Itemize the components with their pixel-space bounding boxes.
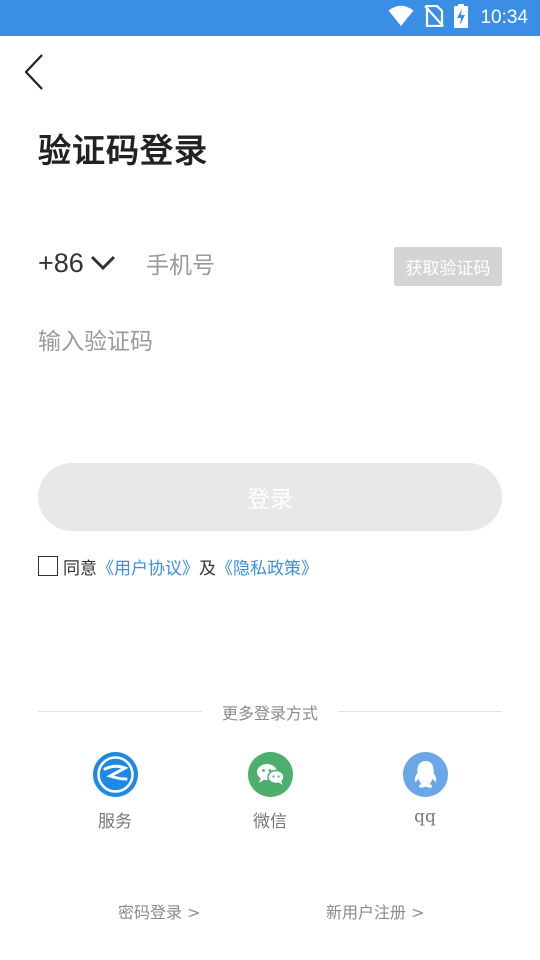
chevron-down-icon (90, 255, 116, 275)
country-code-selector[interactable]: +86 (38, 248, 116, 279)
service-label: 服务 (98, 812, 132, 832)
wifi-icon (388, 5, 414, 31)
page-title: 验证码登录 (38, 131, 208, 170)
wechat-login-button[interactable]: 微信 (220, 752, 320, 832)
status-icons: 10:34 (388, 0, 528, 36)
no-sim-icon (424, 4, 445, 31)
divider-line-right (338, 711, 502, 712)
agreement-row: 同意 《用户协议》 及 《隐私政策》 (38, 554, 318, 579)
more-login-divider: 更多登录方式 (38, 700, 502, 724)
verification-code-input[interactable] (38, 322, 502, 362)
phone-row: +86 获取验证码 (38, 244, 502, 290)
user-agreement-link[interactable]: 《用户协议》 (97, 554, 199, 579)
login-button[interactable]: 登录 (38, 463, 502, 531)
service-login-button[interactable]: 服务 (65, 752, 165, 832)
password-login-link[interactable]: 密码登录 > (118, 899, 201, 923)
qq-login-button[interactable]: qq (375, 752, 475, 827)
phone-input[interactable] (146, 248, 376, 284)
more-login-title: 更多登录方式 (221, 704, 318, 723)
status-bar: 10:34 (0, 0, 540, 36)
status-time: 10:34 (480, 7, 528, 28)
agree-prefix: 同意 (63, 558, 97, 579)
qq-icon (402, 752, 448, 797)
back-button[interactable] (18, 54, 50, 94)
agree-conjunction: 及 (199, 558, 216, 579)
qq-label: qq (414, 807, 436, 827)
get-code-button[interactable]: 获取验证码 (394, 247, 502, 286)
service-icon (92, 752, 138, 797)
privacy-policy-link[interactable]: 《隐私政策》 (216, 554, 318, 579)
agree-checkbox[interactable] (38, 556, 58, 576)
register-link[interactable]: 新用户注册 > (326, 899, 425, 923)
wechat-icon (247, 752, 293, 797)
country-code: +86 (38, 248, 84, 278)
wechat-label: 微信 (253, 812, 287, 832)
battery-charging-icon (454, 4, 469, 32)
chevron-left-icon (23, 53, 45, 95)
